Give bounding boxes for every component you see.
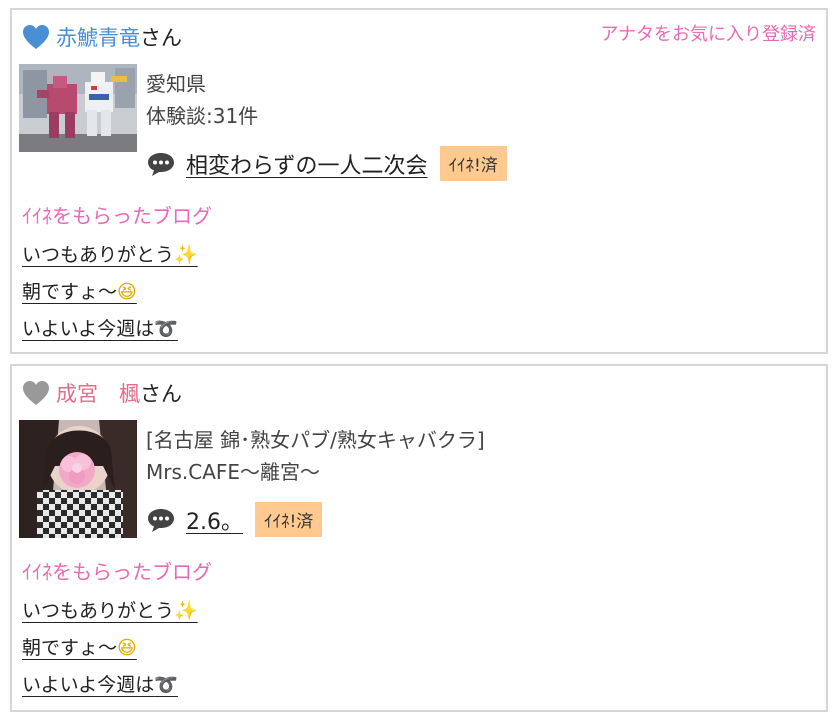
iine-done-badge: ｲｲﾈ!済 bbox=[439, 146, 507, 181]
grinning-emoji: 😆 bbox=[117, 637, 137, 659]
profile-photo bbox=[19, 420, 137, 538]
liked-post-title: いつもありがとう bbox=[22, 600, 175, 622]
latest-blog-link[interactable]: 2.6。 bbox=[186, 504, 243, 536]
liked-post-title: 朝ですょ〜 bbox=[22, 637, 118, 659]
shop-name-link[interactable]: Mrs.CAFE〜離宮〜 bbox=[146, 456, 485, 488]
shop-category: [名古屋 錦･熟女パブ/熟女キャバクラ] bbox=[146, 428, 485, 452]
user-header: 成宮 楓 さん bbox=[22, 376, 182, 410]
favorite-status: アナタをお気に入り登録済 bbox=[600, 24, 816, 45]
user-name-link[interactable]: 赤鯱青竜 bbox=[56, 22, 140, 52]
liked-post-link[interactable]: いつもありがとう✨ bbox=[22, 240, 198, 267]
user-thumbnail[interactable] bbox=[19, 64, 137, 152]
user-info: [名古屋 錦･熟女パブ/熟女キャバクラ] Mrs.CAFE〜離宮〜 bbox=[146, 424, 485, 488]
latest-blog-row: 相変わらずの一人二次会 ｲｲﾈ!済 bbox=[146, 146, 507, 181]
honorific: さん bbox=[140, 382, 182, 406]
user-info: 愛知県 体験談:31件 bbox=[146, 68, 258, 132]
liked-post-title: 朝ですょ〜 bbox=[22, 281, 118, 303]
user-header: 赤鯱青竜 さん bbox=[22, 20, 182, 54]
liked-post-title: いよいよ今週は bbox=[22, 318, 155, 340]
sparkles-emoji: ✨ bbox=[174, 244, 198, 266]
user-name-link[interactable]: 成宮 楓 bbox=[56, 378, 140, 408]
liked-post-link[interactable]: いつもありがとう✨ bbox=[22, 596, 198, 623]
liked-post-title: いつもありがとう bbox=[22, 244, 175, 266]
review-count: 体験談:31件 bbox=[146, 104, 259, 128]
user-region: 愛知県 bbox=[146, 72, 206, 96]
curly-loop-emoji: ➰ bbox=[154, 674, 178, 696]
liked-blogs-heading: ｲｲﾈをもらったブログ bbox=[22, 204, 212, 228]
speech-bubble-icon bbox=[148, 152, 174, 176]
user-thumbnail[interactable] bbox=[19, 420, 137, 538]
liked-post-link[interactable]: 朝ですょ〜😆 bbox=[22, 633, 137, 660]
liked-post-title: いよいよ今週は bbox=[22, 674, 155, 696]
latest-blog-link[interactable]: 相変わらずの一人二次会 bbox=[186, 148, 428, 180]
robot-statue-photo bbox=[19, 64, 137, 152]
liked-blogs-heading: ｲｲﾈをもらったブログ bbox=[22, 560, 212, 584]
user-card: 成宮 楓 さん [名古屋 錦･熟女パブ/熟女キャバクラ] Mrs.CAFE〜離宮… bbox=[10, 364, 828, 712]
user-card: 赤鯱青竜 さん アナタをお気に入り登録済 愛知県 体験談:31件 相変わらずの一… bbox=[10, 8, 828, 354]
liked-post-link[interactable]: 朝ですょ〜😆 bbox=[22, 277, 137, 304]
speech-bubble-icon bbox=[148, 508, 174, 532]
latest-blog-row: 2.6。 ｲｲﾈ!済 bbox=[146, 502, 323, 537]
iine-done-badge: ｲｲﾈ!済 bbox=[255, 502, 323, 537]
liked-post-link[interactable]: いよいよ今週は➰ bbox=[22, 314, 178, 341]
heart-icon bbox=[23, 381, 49, 405]
liked-post-link[interactable]: いよいよ今週は➰ bbox=[22, 670, 178, 697]
sparkles-emoji: ✨ bbox=[174, 600, 198, 622]
grinning-emoji: 😆 bbox=[117, 281, 137, 303]
heart-icon bbox=[23, 25, 49, 49]
curly-loop-emoji: ➰ bbox=[154, 318, 178, 340]
honorific: さん bbox=[140, 26, 182, 50]
